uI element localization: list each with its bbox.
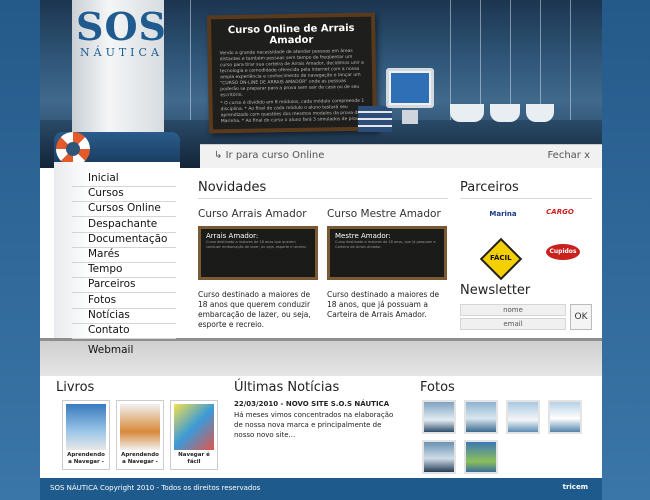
divider (460, 198, 592, 199)
novidade-thumb[interactable]: Arrais Amador: Curso destinado a maiores… (198, 226, 318, 280)
nav-item[interactable]: Parceiros (72, 278, 176, 294)
book-cover (120, 404, 160, 450)
photo-thumb[interactable] (422, 440, 456, 474)
books-icon (358, 106, 392, 132)
photo-thumb[interactable] (464, 440, 498, 474)
noticias-heading: Últimas Notícias (234, 380, 340, 395)
page: SOS NÁUTICA Curso Online de Arrais Amado… (40, 0, 602, 500)
board-title: Curso Online de Arrais Amador (227, 22, 355, 47)
novidade-desc: Curso destinado a maiores de 18 anos, qu… (327, 290, 440, 319)
book-item[interactable]: Aprendendo a Navegar - (116, 400, 164, 470)
nav-item[interactable]: Inicial (72, 172, 176, 187)
lifebuoy-icon (56, 132, 90, 166)
copyright: SOS NÁUTICA Copyright 2010 - Todos os di… (50, 484, 261, 492)
email-input[interactable]: email (460, 318, 566, 330)
divider (198, 198, 448, 199)
nav-item[interactable]: Notícias (72, 309, 176, 324)
novidades-heading: Novidades (198, 180, 267, 195)
nav-item[interactable]: Documentação (72, 233, 176, 248)
curso-bar: ↳ Ir para curso Online Fechar x (200, 144, 602, 168)
close-button[interactable]: Fechar x (547, 150, 590, 161)
book-item[interactable]: Aprendendo a Navegar - (62, 400, 110, 470)
mast (540, 0, 541, 120)
submit-button[interactable]: OK (570, 304, 592, 330)
novidade-thumb[interactable]: Mestre Amador: Curso destinado a maiores… (327, 226, 447, 280)
chalkboard[interactable]: Curso Online de Arrais Amador Vendo a gr… (206, 12, 378, 134)
nav-item[interactable]: Cursos (72, 187, 176, 203)
name-input[interactable]: nome (460, 304, 566, 316)
mast (510, 0, 511, 120)
book-label: Navegar é fácil (178, 452, 210, 465)
nav-item[interactable]: Fotos (72, 294, 176, 309)
book-cover (66, 404, 106, 450)
nav-item[interactable]: Webmail (72, 344, 176, 359)
board-text: Vendo a grande necessidade de atender pe… (219, 48, 364, 99)
partner-logo[interactable]: CARGO (540, 208, 580, 216)
book-cover (174, 404, 214, 450)
fotos-heading: Fotos (420, 380, 455, 395)
thumb-title: Mestre Amador: (335, 232, 391, 240)
book-label: Aprendendo a Navegar - (67, 452, 105, 465)
computer-stand (402, 110, 418, 124)
curso-online-link[interactable]: ↳ Ir para curso Online (214, 150, 324, 161)
nav-item[interactable]: Cursos Online (72, 202, 176, 218)
book-item[interactable]: Navegar é fácil (170, 400, 218, 470)
newsletter-heading: Newsletter (460, 283, 531, 298)
footer: SOS NÁUTICA Copyright 2010 - Todos os di… (40, 478, 602, 500)
boat (490, 104, 520, 122)
news-body: Há meses vimos concentrados na elaboraçã… (234, 411, 394, 439)
boat (450, 104, 484, 122)
logo-sos[interactable]: SOS (76, 4, 167, 49)
book-label: Aprendendo a Navegar - (121, 452, 159, 465)
photo-thumb[interactable] (548, 400, 582, 434)
partner-logo[interactable]: Cupidos (546, 244, 580, 260)
left-background (0, 0, 40, 500)
credit-link[interactable]: tricem (563, 483, 588, 491)
livros-heading: Livros (56, 380, 95, 395)
thumb-title: Arrais Amador: (206, 232, 259, 240)
mast (450, 0, 451, 120)
thumb-text: Curso destinado a maiores de 18 anos, qu… (335, 240, 436, 249)
mast (570, 0, 571, 120)
nav-item[interactable]: Tempo (72, 263, 176, 279)
nav-item[interactable]: Contato (72, 324, 176, 339)
boat (526, 104, 554, 122)
thumb-text: Curso destinado a maiores de 18 anos que… (206, 240, 307, 249)
novidade-desc: Curso destinado a maiores de 18 anos que… (198, 290, 311, 329)
right-background (602, 0, 650, 500)
nav-item[interactable]: Despachante (72, 218, 176, 233)
photo-thumb[interactable] (464, 400, 498, 434)
nav-item[interactable]: Marés (72, 248, 176, 263)
curso-link-label: Ir para curso Online (225, 150, 325, 161)
board-bullets: * O curso é dividido em 8 módulos, cada … (220, 98, 365, 125)
partner-logo-label: FÁCIL (490, 254, 512, 262)
parceiros-heading: Parceiros (460, 180, 519, 195)
photo-thumb[interactable] (506, 400, 540, 434)
computer-icon (386, 68, 434, 108)
partner-logo[interactable]: Marina (486, 210, 520, 218)
mast (480, 0, 481, 120)
logo-nautica: NÁUTICA (80, 46, 163, 59)
photo-thumb[interactable] (422, 400, 456, 434)
arrow-icon: ↳ (214, 150, 223, 161)
novidade-title[interactable]: Curso Arrais Amador (198, 208, 307, 220)
novidade-title[interactable]: Curso Mestre Amador (327, 208, 441, 220)
news-title[interactable]: 22/03/2010 - NOVO SITE S.O.S NÁUTICA (234, 400, 389, 408)
mast (190, 0, 191, 120)
